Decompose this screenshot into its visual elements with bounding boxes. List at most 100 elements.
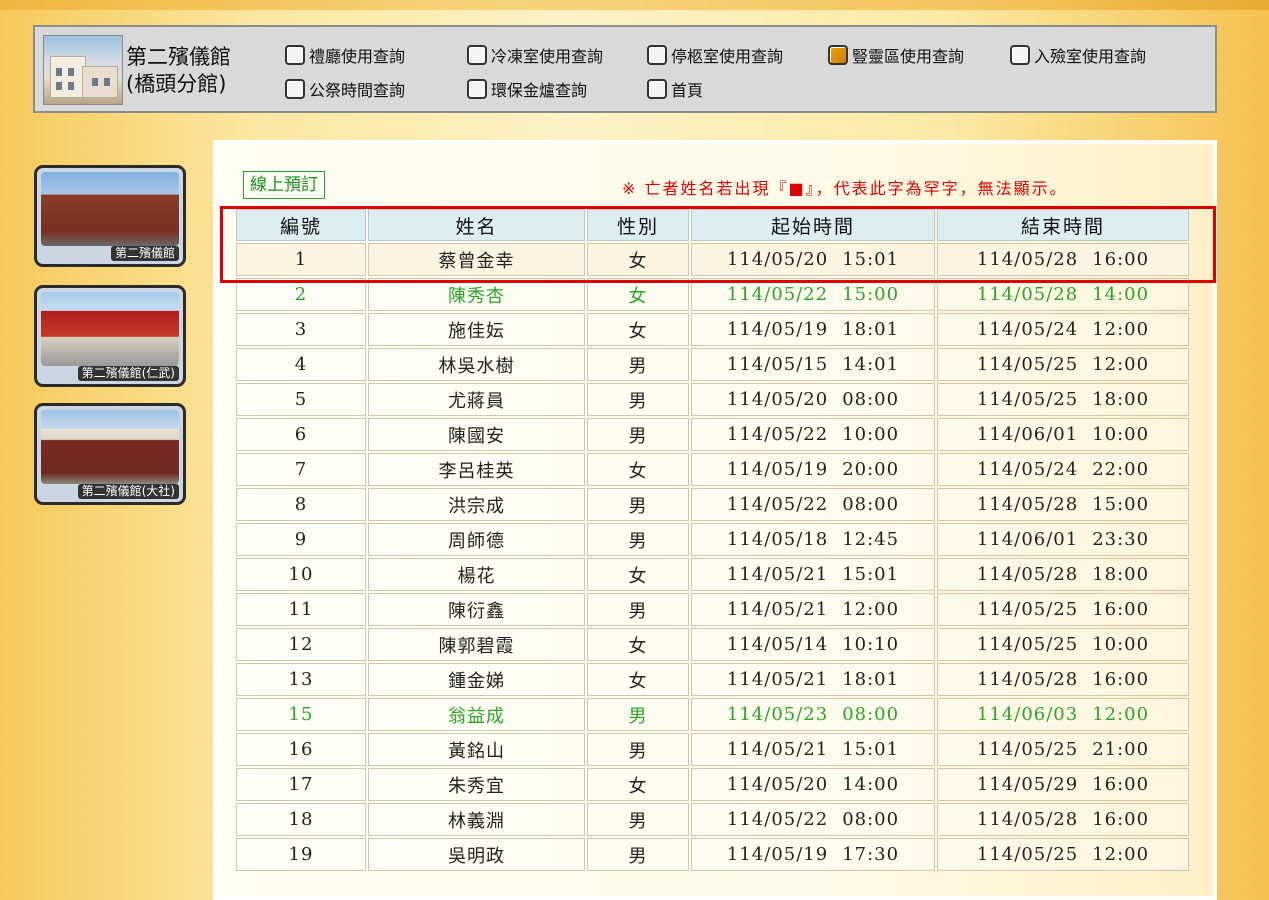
table-row: 4 林吳水樹男 114/05/15 14:01 114/05/25 12:00 <box>236 348 1189 381</box>
end-date: 114/05/25 <box>976 844 1079 865</box>
nav-freezer-usage[interactable]: 冷凍室使用查詢 <box>467 43 603 67</box>
start-date: 114/05/23 <box>726 704 829 725</box>
cell-start: 114/05/20 08:00 <box>691 383 935 416</box>
end-time: 22:00 <box>1092 459 1150 480</box>
start-time: 12:00 <box>842 599 900 620</box>
building-photo-icon <box>41 292 179 366</box>
cell-name: 林吳水樹 <box>368 348 585 381</box>
cell-number: 12 <box>236 628 366 661</box>
start-date: 114/05/19 <box>726 459 829 480</box>
cell-name: 朱秀宜 <box>368 768 585 801</box>
cell-number: 6 <box>236 418 366 451</box>
nav-coffin-room-usage[interactable]: 停柩室使用查詢 <box>647 43 783 67</box>
cell-sex: 女 <box>587 663 689 696</box>
nav-home[interactable]: 首頁 <box>647 77 703 101</box>
cell-start: 114/05/21 15:01 <box>691 733 935 766</box>
cell-start: 114/05/22 15:00 <box>691 278 935 311</box>
cell-end: 114/05/25 21:00 <box>937 733 1189 766</box>
nav-memorial-time[interactable]: 公祭時間查詢 <box>285 77 405 101</box>
checkbox-icon <box>647 45 667 65</box>
cell-name: 陳國安 <box>368 418 585 451</box>
start-date: 114/05/21 <box>726 599 829 620</box>
cell-sex: 男 <box>587 838 689 871</box>
start-time: 08:00 <box>842 494 900 515</box>
start-time: 12:45 <box>842 529 900 550</box>
table-row: 12 陳郭碧霞女 114/05/14 10:10 114/05/25 10:00 <box>236 628 1189 661</box>
cell-name: 陳郭碧霞 <box>368 628 585 661</box>
cell-end: 114/05/25 12:00 <box>937 348 1189 381</box>
funeral-hall-logo-image <box>43 35 123 105</box>
cell-number: 13 <box>236 663 366 696</box>
end-time: 16:00 <box>1092 669 1150 690</box>
column-header-number: 編號 <box>236 209 366 241</box>
end-time: 16:00 <box>1092 249 1150 270</box>
cell-name: 李呂桂英 <box>368 453 585 486</box>
cell-number: 8 <box>236 488 366 521</box>
start-time: 08:00 <box>842 809 900 830</box>
start-date: 114/05/19 <box>726 319 829 340</box>
cell-sex: 女 <box>587 313 689 346</box>
end-time: 16:00 <box>1092 809 1150 830</box>
table-row: 2 陳秀杏女 114/05/22 15:00 114/05/28 14:00 <box>236 278 1189 311</box>
cell-number: 18 <box>236 803 366 836</box>
start-time: 18:01 <box>842 319 900 340</box>
cell-number: 10 <box>236 558 366 591</box>
end-date: 114/05/25 <box>976 389 1079 410</box>
nav-eco-furnace[interactable]: 環保金爐查詢 <box>467 77 587 101</box>
cell-sex: 女 <box>587 768 689 801</box>
sidebar-item-dashe[interactable]: 第二殯儀館(大社) <box>34 403 186 505</box>
cell-number: 3 <box>236 313 366 346</box>
end-time: 21:00 <box>1092 739 1150 760</box>
cell-end: 114/05/24 12:00 <box>937 313 1189 346</box>
start-time: 08:00 <box>842 704 900 725</box>
start-date: 114/05/22 <box>726 809 829 830</box>
start-date: 114/05/21 <box>726 739 829 760</box>
cell-number: 17 <box>236 768 366 801</box>
start-date: 114/05/21 <box>726 564 829 585</box>
end-date: 114/06/03 <box>976 704 1079 725</box>
cell-name: 黃銘山 <box>368 733 585 766</box>
end-time: 12:00 <box>1092 704 1150 725</box>
end-time: 16:00 <box>1092 599 1150 620</box>
start-time: 18:01 <box>842 669 900 690</box>
end-time: 12:00 <box>1092 354 1150 375</box>
cell-end: 114/05/25 12:00 <box>937 838 1189 871</box>
nav-hall-usage[interactable]: 禮廳使用查詢 <box>285 43 405 67</box>
cell-end: 114/06/01 10:00 <box>937 418 1189 451</box>
cell-sex: 男 <box>587 488 689 521</box>
start-time: 14:01 <box>842 354 900 375</box>
cell-sex: 女 <box>587 453 689 486</box>
cell-number: 4 <box>236 348 366 381</box>
cell-end: 114/05/25 16:00 <box>937 593 1189 626</box>
end-date: 114/05/24 <box>976 319 1079 340</box>
table-row: 16 黃銘山男 114/05/21 15:01 114/05/25 21:00 <box>236 733 1189 766</box>
nav-spirit-area-usage[interactable]: 豎靈區使用查詢 <box>828 43 964 67</box>
end-date: 114/05/28 <box>976 669 1079 690</box>
site-title-line1: 第二殯儀館 <box>126 45 231 69</box>
checkbox-icon <box>1010 45 1030 65</box>
end-time: 12:00 <box>1092 844 1150 865</box>
online-booking-button[interactable]: 線上預訂 <box>243 171 325 199</box>
cell-number: 15 <box>236 698 366 731</box>
end-time: 14:00 <box>1092 284 1150 305</box>
cell-end: 114/05/28 16:00 <box>937 663 1189 696</box>
rare-character-notice: ※ 亡者姓名若出現『■』，代表此字為罕字，無法顯示。 <box>622 179 1068 198</box>
cell-sex: 男 <box>587 803 689 836</box>
table-row: 13 鍾金娣女 114/05/21 18:01 114/05/28 16:00 <box>236 663 1189 696</box>
cell-sex: 男 <box>587 383 689 416</box>
cell-start: 114/05/20 15:01 <box>691 243 935 276</box>
sidebar-item-renwu[interactable]: 第二殯儀館(仁武) <box>34 285 186 387</box>
end-date: 114/06/01 <box>976 529 1079 550</box>
cell-sex: 男 <box>587 348 689 381</box>
table-row: 15 翁益成男 114/05/23 08:00 114/06/03 12:00 <box>236 698 1189 731</box>
cell-end: 114/05/28 18:00 <box>937 558 1189 591</box>
cell-end: 114/05/25 10:00 <box>937 628 1189 661</box>
sidebar-item-main-hall[interactable]: 第二殯儀館 <box>34 165 186 267</box>
sidebar-item-caption: 第二殯儀館(大社) <box>77 484 179 499</box>
cell-end: 114/06/03 12:00 <box>937 698 1189 731</box>
end-time: 18:00 <box>1092 389 1150 410</box>
cell-name: 楊花 <box>368 558 585 591</box>
nav-encoffining-room-usage[interactable]: 入殮室使用查詢 <box>1010 43 1146 67</box>
table-row: 11 陳衍鑫男 114/05/21 12:00 114/05/25 16:00 <box>236 593 1189 626</box>
cell-start: 114/05/19 20:00 <box>691 453 935 486</box>
